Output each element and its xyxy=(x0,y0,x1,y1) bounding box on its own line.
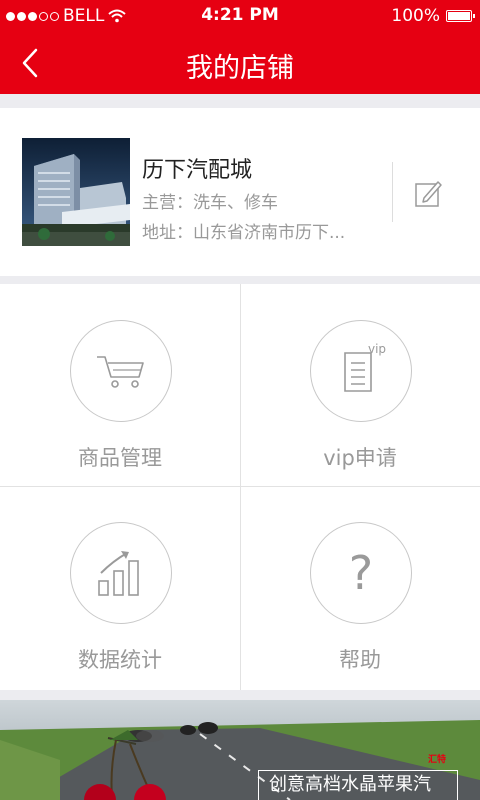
help-label: 帮助 xyxy=(339,648,381,672)
question-glyph: ? xyxy=(348,546,374,600)
battery-icon xyxy=(446,10,475,22)
store-address: 地址：山东省济南市历下... xyxy=(142,223,346,243)
store-main-business: 主营：洗车、修车 xyxy=(142,193,278,213)
product-management-label: 商品管理 xyxy=(78,446,162,470)
vip-apply-item[interactable]: vip vip申请 xyxy=(240,284,480,486)
page-title: 我的店铺 xyxy=(186,53,294,84)
bar-chart-icon xyxy=(70,522,172,624)
battery-percent: 100% xyxy=(391,6,440,26)
statistics-label: 数据统计 xyxy=(78,648,162,672)
function-grid: 商品管理 vip vip申请 数据统计 ? 帮助 xyxy=(0,284,480,690)
banner-caption: 创意高档水晶苹果汽 xyxy=(258,770,458,800)
statistics-item[interactable]: 数据统计 xyxy=(0,486,240,688)
vip-document-icon: vip xyxy=(310,320,412,422)
status-right: 100% xyxy=(391,6,475,26)
divider xyxy=(392,162,393,222)
vip-apply-label: vip申请 xyxy=(323,446,397,470)
question-icon: ? xyxy=(310,522,412,624)
store-photo xyxy=(22,138,130,246)
store-name: 历下汽配城 xyxy=(142,158,253,183)
help-item[interactable]: ? 帮助 xyxy=(240,486,480,688)
nav-bar: 我的店铺 xyxy=(0,32,480,94)
edit-icon xyxy=(415,181,442,207)
product-management-item[interactable]: 商品管理 xyxy=(0,284,240,486)
cart-icon xyxy=(70,320,172,422)
banner-brand: 汇特 xyxy=(428,755,447,765)
status-bar: BELL 4:21 PM 100% xyxy=(0,0,480,32)
vip-badge: vip xyxy=(368,342,386,356)
promo-banner[interactable]: 汇特 创意高档水晶苹果汽 xyxy=(0,700,480,800)
edit-store-button[interactable] xyxy=(406,172,450,216)
